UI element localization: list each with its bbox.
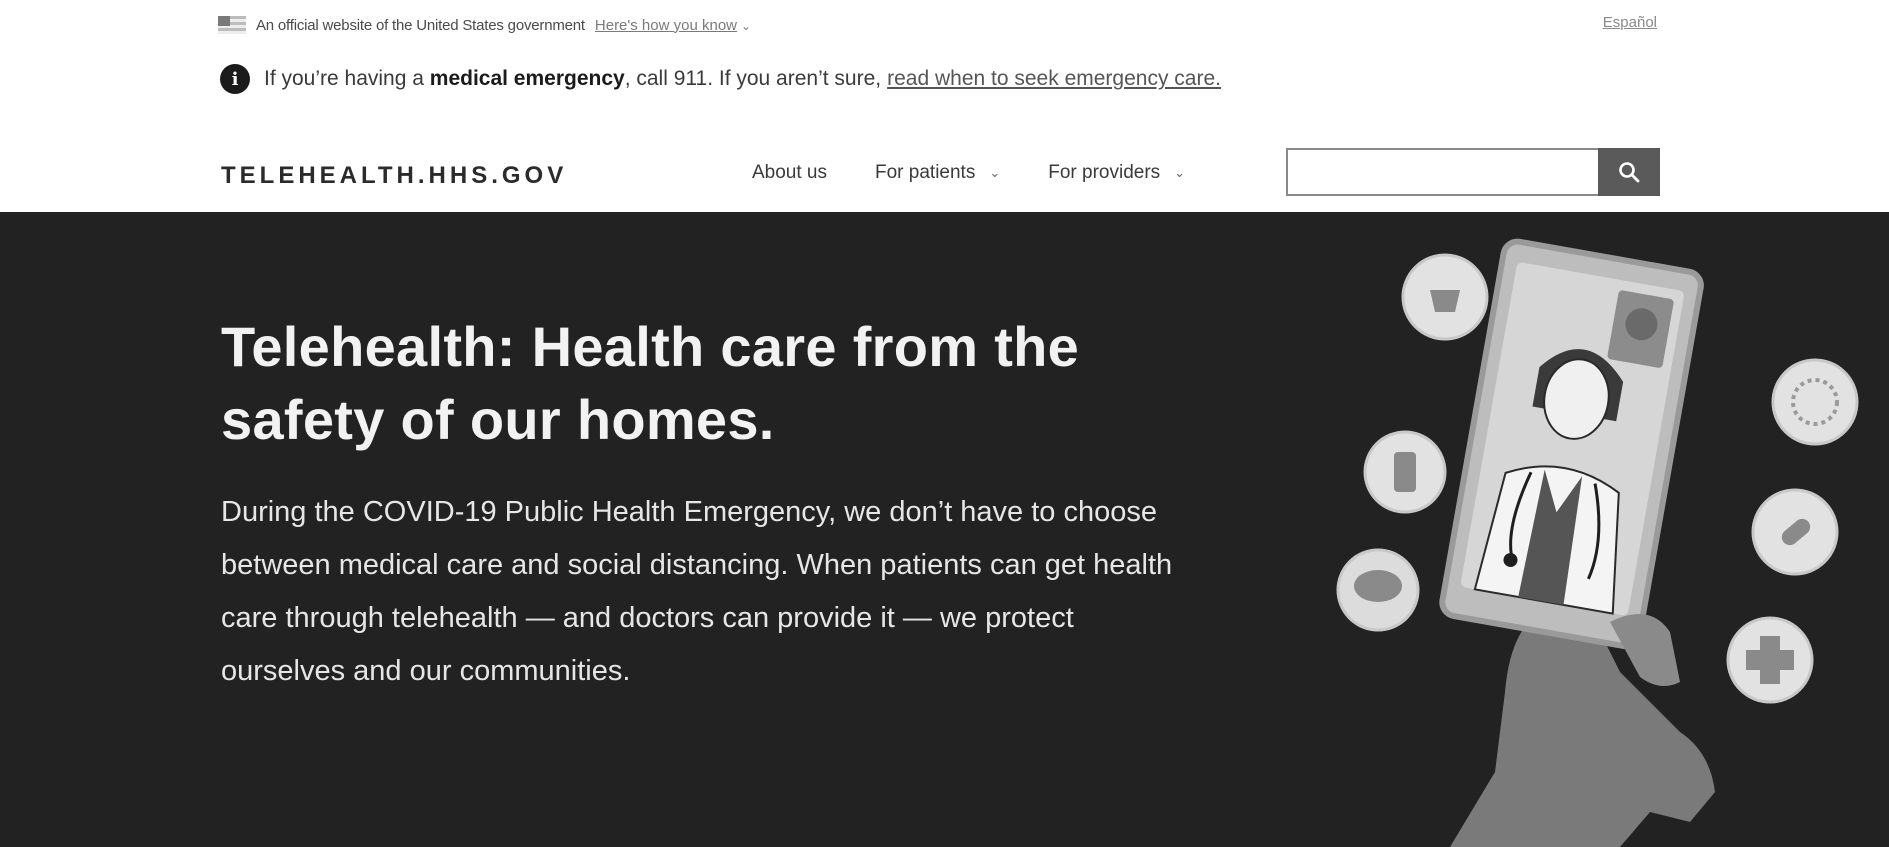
how-you-know-link[interactable]: Here's how you know ⌄ bbox=[595, 17, 751, 34]
emergency-text: If you’re having a medical emergency, ca… bbox=[264, 67, 881, 91]
site-header: TELEHEALTH.HHS.GOV About us For patients… bbox=[0, 130, 1889, 212]
gov-banner: An official website of the United States… bbox=[0, 0, 1889, 50]
nav-item-label: About us bbox=[752, 162, 827, 183]
nav-item-label: For patients bbox=[875, 162, 976, 183]
nav-item-label: For providers bbox=[1048, 162, 1161, 183]
primary-nav: About us For patients ⌄ For providers ⌄ bbox=[752, 162, 1233, 184]
hero-title: Telehealth: Health care from the safety … bbox=[221, 315, 1080, 451]
how-you-know-label: Here's how you know bbox=[594, 16, 737, 34]
us-flag-icon bbox=[218, 16, 246, 34]
nav-item-about-us[interactable]: About us bbox=[752, 162, 827, 184]
nav-item-for-providers[interactable]: For providers ⌄ bbox=[1048, 162, 1185, 184]
emergency-notice: i If you’re having a medical emergency, … bbox=[220, 64, 1221, 94]
search-icon bbox=[1619, 162, 1640, 183]
hero-section: Telehealth: Health care from the safety … bbox=[0, 212, 1889, 847]
telehealth-illustration bbox=[1336, 238, 1859, 847]
info-icon: i bbox=[220, 64, 250, 94]
emergency-suffix: , call 911. If you aren’t sure, bbox=[624, 67, 882, 90]
nav-item-for-patients[interactable]: For patients ⌄ bbox=[875, 162, 1000, 184]
language-link[interactable]: Español bbox=[1603, 14, 1657, 31]
official-website-text: An official website of the United States… bbox=[256, 16, 585, 34]
search-input[interactable] bbox=[1286, 148, 1598, 196]
emergency-prefix: If you’re having a bbox=[264, 67, 430, 90]
chevron-down-icon: ⌄ bbox=[1174, 165, 1186, 180]
chevron-down-icon: ⌄ bbox=[989, 165, 1001, 180]
site-logo[interactable]: TELEHEALTH.HHS.GOV bbox=[221, 162, 567, 190]
search-form bbox=[1286, 148, 1660, 196]
chevron-down-icon: ⌄ bbox=[741, 18, 752, 33]
emergency-bold: medical emergency bbox=[429, 67, 625, 90]
hero-body: During the COVID-19 Public Health Emerge… bbox=[221, 496, 1173, 687]
gov-banner-inner: An official website of the United States… bbox=[218, 12, 1658, 38]
search-button[interactable] bbox=[1598, 148, 1660, 196]
emergency-care-link[interactable]: read when to seek emergency care. bbox=[887, 67, 1221, 91]
